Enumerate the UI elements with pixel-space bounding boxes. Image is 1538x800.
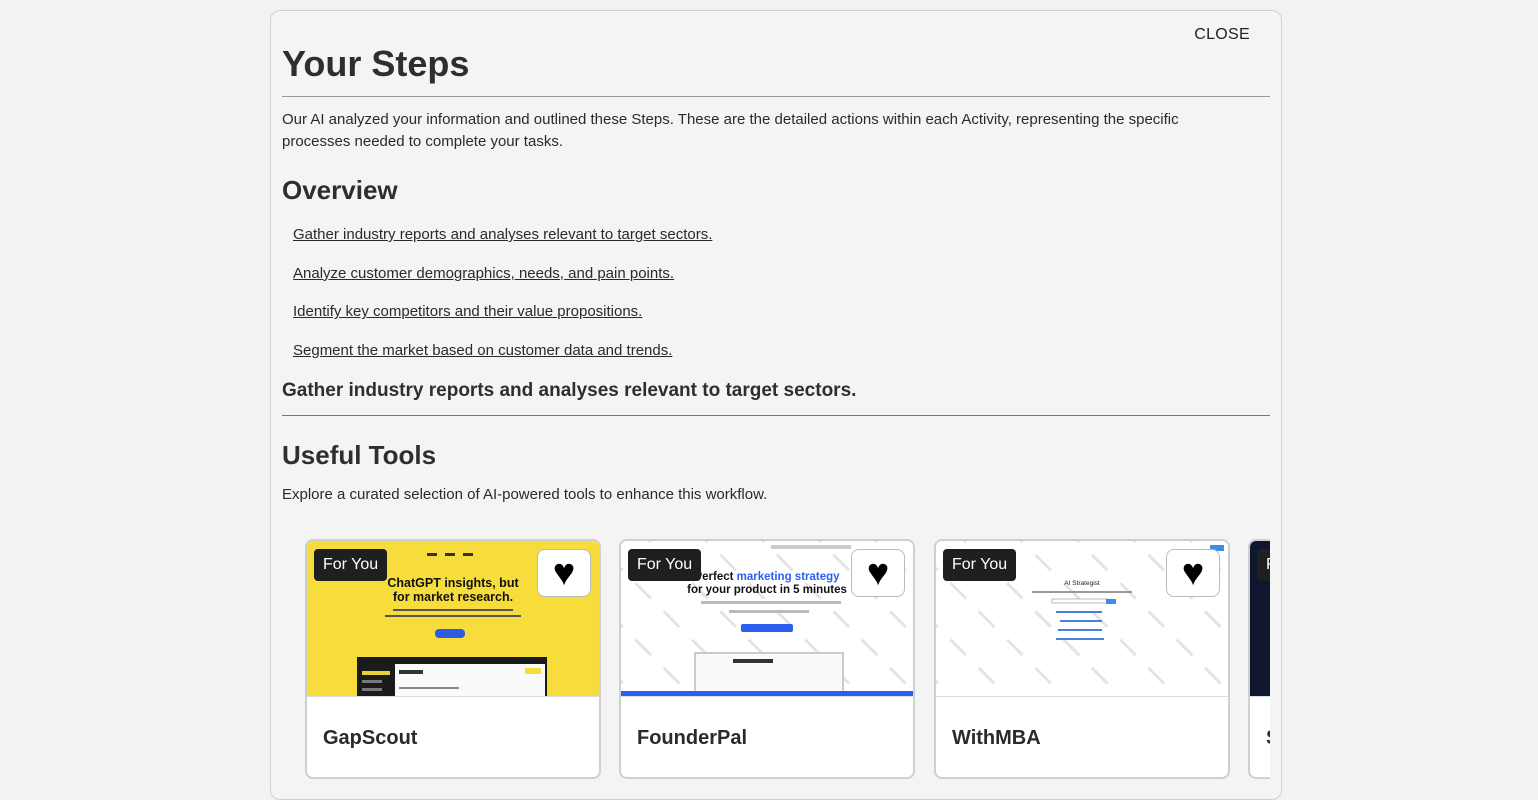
heart-icon[interactable]: ♥ [1166, 549, 1220, 597]
svg-text:Perfect marketing strategy: Perfect marketing strategy [694, 571, 840, 583]
intro-text: Our AI analyzed your information and out… [282, 111, 1179, 150]
for-you-badge: F [1257, 549, 1270, 581]
useful-tools-heading: Useful Tools [282, 440, 437, 470]
overview-link-2[interactable]: Analyze customer demographics, needs, an… [293, 264, 712, 303]
tool-name: S [1266, 727, 1270, 750]
overview-link-1[interactable]: Gather industry reports and analyses rel… [293, 225, 712, 264]
tool-card-gapscout[interactable]: ChatGPT insights, but for market researc… [305, 539, 601, 779]
page-title: Your Steps [282, 43, 470, 84]
useful-tools-description: Explore a curated selection of AI-powere… [282, 486, 768, 503]
svg-text:AI Strategist: AI Strategist [1064, 580, 1100, 587]
tool-card-partial[interactable]: F S [1248, 539, 1270, 779]
step-heading: Gather industry reports and analyses rel… [282, 380, 857, 401]
for-you-badge: For You [628, 549, 702, 581]
heart-icon[interactable]: ♥ [851, 549, 905, 597]
tool-card-withmba[interactable]: AI Strategist For You ♥ WithMBA [934, 539, 1230, 779]
for-you-badge: For You [314, 549, 388, 581]
close-button[interactable]: CLOSE [1194, 26, 1250, 44]
overview-heading: Overview [282, 175, 398, 205]
svg-text:for market research.: for market research. [393, 590, 513, 604]
tool-name: GapScout [323, 727, 418, 749]
steps-modal: CLOSE Your Steps Our AI analyzed your in… [270, 10, 1282, 800]
step-divider [282, 415, 1270, 416]
title-divider [282, 96, 1270, 97]
tool-card-founderpal[interactable]: Perfect marketing strategy for your prod… [619, 539, 915, 779]
overview-link-3[interactable]: Identify key competitors and their value… [293, 302, 712, 341]
tool-name: WithMBA [952, 727, 1041, 749]
svg-text:ChatGPT insights, but: ChatGPT insights, but [387, 576, 519, 590]
tool-cards-carousel[interactable]: ChatGPT insights, but for market researc… [271, 539, 1270, 779]
tool-name: FounderPal [637, 727, 748, 749]
overview-list: Gather industry reports and analyses rel… [293, 225, 712, 380]
heart-icon[interactable]: ♥ [537, 549, 591, 597]
overview-link-4[interactable]: Segment the market based on customer dat… [293, 341, 712, 380]
svg-text:for your product in 5 minutes: for your product in 5 minutes [687, 584, 847, 596]
for-you-badge: For You [943, 549, 1017, 581]
